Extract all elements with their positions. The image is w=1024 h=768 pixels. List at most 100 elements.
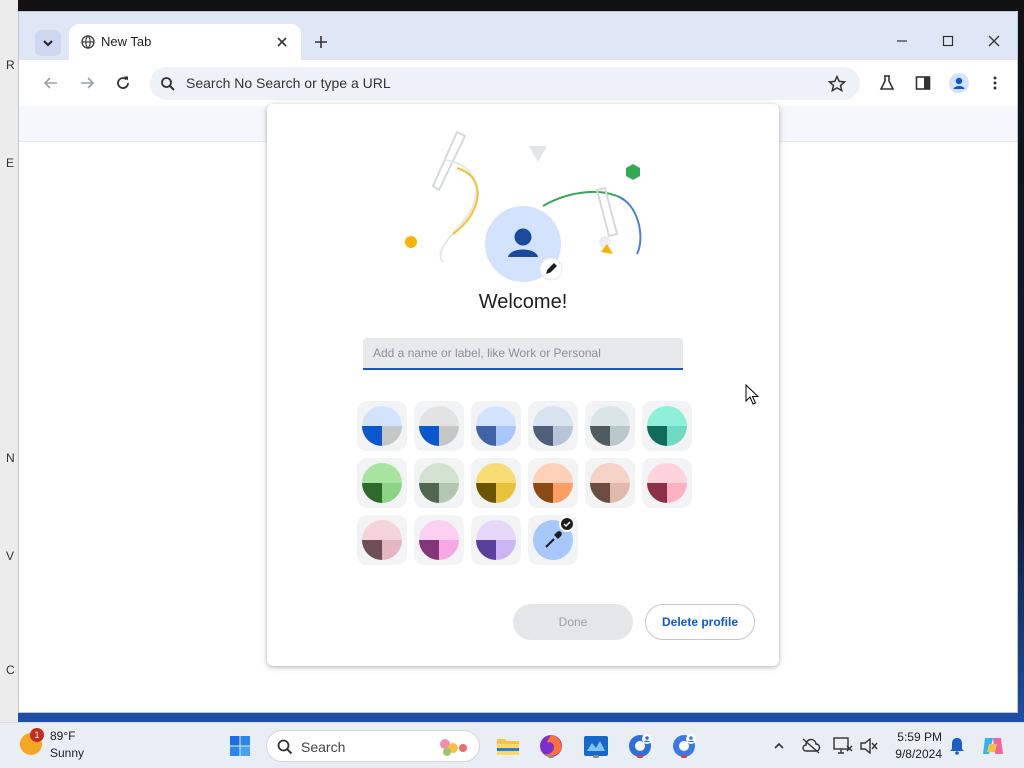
start-button[interactable]: [225, 731, 255, 761]
desktop-icon-label: E: [6, 156, 15, 170]
onedrive-tray[interactable]: [798, 731, 824, 761]
bell-icon: [950, 738, 964, 755]
tab-close-button[interactable]: [273, 33, 291, 51]
notifications-button[interactable]: [944, 731, 970, 761]
color-theme-circle: [590, 406, 630, 446]
cloud-off-icon: [802, 738, 821, 754]
avatar-icon: [949, 73, 969, 93]
color-theme-swatch[interactable]: [642, 401, 692, 451]
browser-toolbar: Search No Search or type a URL: [19, 60, 1017, 106]
taskbar-firefox[interactable]: [536, 731, 566, 761]
tab-new-tab[interactable]: New Tab: [69, 24, 301, 60]
taskbar-chrome-profile[interactable]: [669, 731, 699, 761]
color-theme-swatch[interactable]: [357, 515, 407, 565]
profile-name-input[interactable]: [363, 338, 683, 370]
network-tray[interactable]: [830, 731, 856, 761]
brush-tip-illustration: [599, 236, 611, 248]
color-theme-swatch[interactable]: [471, 515, 521, 565]
taskbar-search-label: Search: [301, 739, 346, 755]
color-theme-swatch[interactable]: [471, 458, 521, 508]
taskbar-file-explorer[interactable]: [493, 731, 523, 761]
address-bar[interactable]: Search No Search or type a URL: [150, 67, 860, 100]
chevron-down-icon: [43, 40, 53, 47]
color-theme-swatch[interactable]: [585, 458, 635, 508]
copilot-icon: [983, 738, 1003, 754]
side-panel-button[interactable]: [911, 71, 935, 95]
arrow-left-icon: [43, 77, 57, 89]
taskbar: 1 89°F Sunny Search 5:59 PM 9/8/2024: [0, 722, 1024, 768]
new-tab-button[interactable]: [309, 30, 333, 54]
yellow-dot-illustration: [405, 236, 417, 248]
color-theme-swatch[interactable]: [414, 515, 464, 565]
forward-button[interactable]: [75, 71, 99, 95]
address-bar-text: Search No Search or type a URL: [186, 75, 391, 91]
welcome-illustration: [405, 130, 642, 282]
color-theme-swatch[interactable]: [528, 401, 578, 451]
tab-search-button[interactable]: [35, 30, 61, 56]
color-theme-circle: [533, 463, 573, 503]
color-theme-swatch[interactable]: [471, 401, 521, 451]
profile-button[interactable]: [947, 71, 971, 95]
chevron-up-icon: [774, 742, 784, 749]
clock-time[interactable]: 5:59 PM: [892, 730, 942, 744]
weather-temperature[interactable]: 89°F: [50, 729, 75, 743]
color-theme-swatch[interactable]: [528, 458, 578, 508]
desktop-icon-label: V: [6, 549, 15, 563]
welcome-heading: Welcome!: [478, 291, 568, 313]
side-panel-icon: [915, 76, 931, 90]
desktop-icon-label: C: [6, 663, 15, 677]
color-theme-circle: [590, 463, 630, 503]
mouse-cursor-icon: [745, 384, 760, 405]
color-theme-circle: [647, 463, 687, 503]
volume-tray[interactable]: [856, 731, 882, 761]
desktop-icon-label: N: [6, 451, 15, 465]
color-theme-circle: [362, 463, 402, 503]
color-theme-circle: [533, 406, 573, 446]
color-theme-swatch[interactable]: [357, 401, 407, 451]
bookmark-star-icon[interactable]: [828, 75, 846, 93]
close-window-button[interactable]: [979, 28, 1009, 54]
speaker-muted-icon: [860, 738, 878, 754]
search-icon: [161, 77, 175, 91]
desktop-icon-strip: R E N V C: [0, 0, 18, 722]
browser-window: New Tab Search No Search or type a URL W…: [18, 11, 1018, 713]
taskbar-chrome-canary[interactable]: [625, 731, 655, 761]
tab-title: New Tab: [101, 34, 152, 49]
color-theme-grid: [357, 401, 697, 571]
windows-logo-icon: [230, 736, 250, 756]
color-theme-swatch[interactable]: [357, 458, 407, 508]
desktop-icon-label: R: [6, 58, 15, 72]
color-theme-swatch[interactable]: [642, 458, 692, 508]
taskbar-search-box[interactable]: Search: [266, 730, 480, 762]
color-theme-circle: [476, 406, 516, 446]
show-hidden-icons-button[interactable]: [766, 731, 792, 761]
weather-notification-badge: 1: [30, 728, 44, 742]
reload-icon: [117, 76, 129, 89]
color-theme-swatch[interactable]: [414, 401, 464, 451]
weather-description[interactable]: Sunny: [50, 746, 84, 760]
color-theme-swatch[interactable]: [414, 458, 464, 508]
color-theme-circle: [476, 520, 516, 560]
color-theme-swatch[interactable]: [585, 401, 635, 451]
color-theme-circle: [419, 520, 459, 560]
delete-profile-button[interactable]: Delete profile: [645, 604, 755, 640]
eyedropper-icon: [545, 531, 562, 548]
color-theme-circle: [419, 406, 459, 446]
custom-color-picker[interactable]: [528, 515, 578, 565]
minimize-button[interactable]: [887, 28, 917, 54]
close-icon: [988, 35, 1000, 47]
clock-date[interactable]: 9/8/2024: [892, 747, 942, 761]
profile-customization-dialog: Welcome! Done Delete profile: [267, 104, 779, 666]
taskbar-app-window[interactable]: [581, 731, 611, 761]
edit-avatar-button[interactable]: [539, 257, 563, 281]
maximize-button[interactable]: [933, 28, 963, 54]
tab-strip: New Tab: [19, 12, 1017, 60]
labs-button[interactable]: [875, 71, 899, 95]
done-button[interactable]: Done: [513, 604, 633, 640]
back-button[interactable]: [39, 71, 63, 95]
copilot-button[interactable]: [978, 731, 1008, 761]
network-monitor-icon: [833, 737, 853, 754]
reload-button[interactable]: [111, 71, 135, 95]
menu-button[interactable]: [983, 71, 1007, 95]
app-window-icon: [584, 736, 608, 756]
